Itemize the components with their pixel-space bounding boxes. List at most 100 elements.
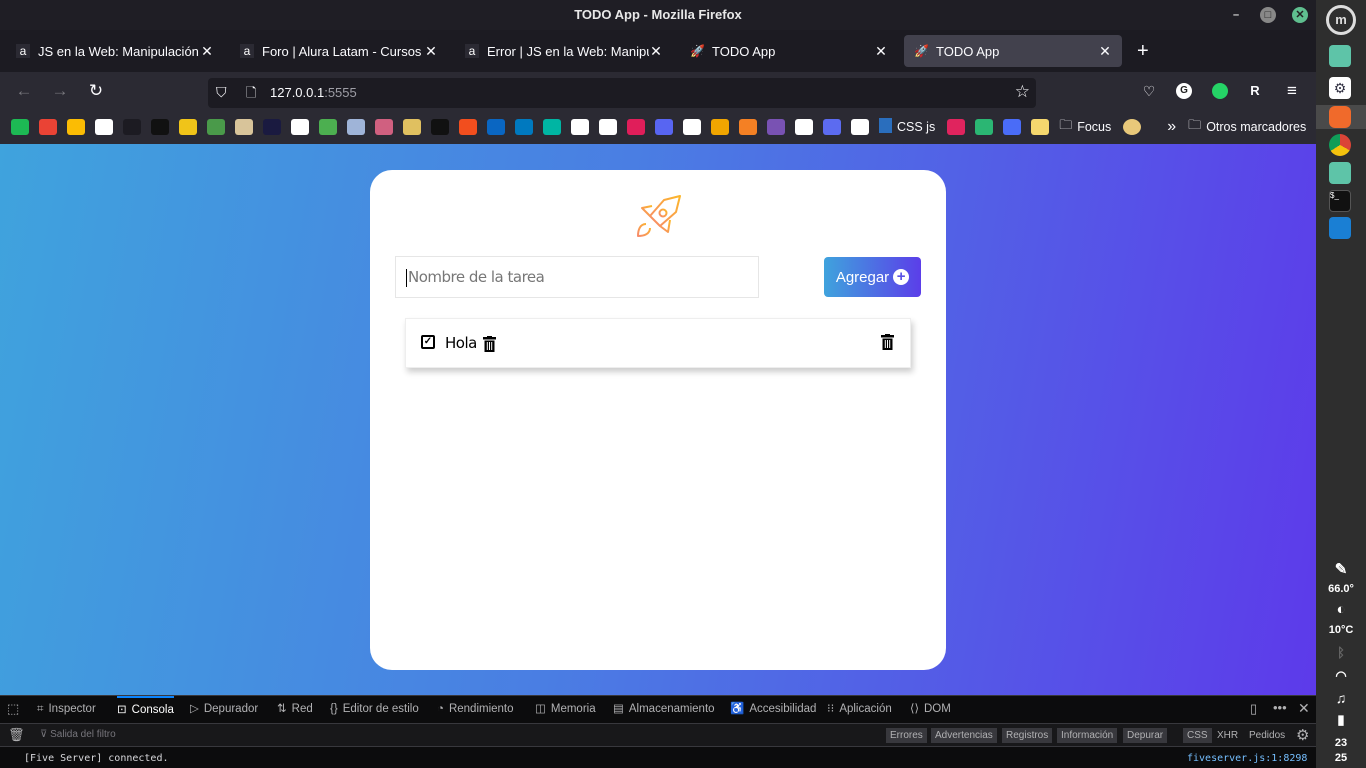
bookmark-figure-green-icon[interactable] (319, 119, 337, 135)
filter-level-1[interactable]: Advertencias (931, 728, 997, 743)
sound-icon[interactable]: ♫ (1316, 690, 1366, 706)
bookmark-picture-1-icon[interactable] (347, 119, 365, 135)
bookmark-codepen-icon[interactable] (683, 119, 701, 135)
bookmark-bootstrap-icon[interactable] (767, 119, 785, 135)
bluetooth-icon[interactable]: ᛒ (1316, 645, 1366, 660)
dock-icon[interactable]: ▯ (1250, 701, 1257, 717)
bookmark-trello-icon[interactable] (515, 119, 533, 135)
bookmark-google-dev-icon[interactable] (795, 119, 813, 135)
bookmark-diamond-icon[interactable] (543, 119, 561, 135)
bookmark-notion-icon[interactable] (95, 119, 113, 135)
devtools-tab-depurador[interactable]: ▷ Depurador (190, 696, 258, 722)
menu-icon[interactable]: ≡ (1281, 80, 1303, 102)
devtools-tab-almacenamiento[interactable]: ▤ Almacenamiento (613, 696, 715, 722)
devtools-tab-rendimiento[interactable]: ◔ Rendimiento (437, 696, 514, 722)
devtools-tab-dom[interactable]: ⟨⟩ DOM (910, 696, 951, 722)
url-text[interactable]: 127.0.0.1:5555 (270, 85, 357, 100)
tab-5[interactable]: 🚀 TODO App ✕ (904, 35, 1122, 67)
close-tab-icon[interactable]: ✕ (874, 43, 888, 60)
minimize-button[interactable]: – (1228, 7, 1244, 23)
bookmark-w3-icon[interactable] (207, 119, 225, 135)
tab-4[interactable]: 🚀 TODO App ✕ (680, 35, 898, 67)
close-window-button[interactable]: ✕ (1292, 7, 1308, 23)
filter-type-pedidos[interactable]: Pedidos (1245, 728, 1289, 743)
settings-icon[interactable]: ⚙ (1329, 77, 1351, 99)
new-tab-button[interactable]: + (1137, 40, 1149, 63)
devtools-tab-consola[interactable]: ⊡ Consola (117, 696, 174, 722)
bookmark-github-icon[interactable] (571, 119, 589, 135)
clock-minute[interactable]: 25 (1316, 752, 1366, 764)
chrome-icon[interactable] (1329, 134, 1351, 156)
bookmark-linkedin-icon[interactable] (487, 119, 505, 135)
close-tab-icon[interactable]: ✕ (649, 43, 663, 60)
filter-input[interactable]: ⊽ Salida del filtro (40, 729, 116, 740)
filter-type-css[interactable]: CSS (1183, 728, 1212, 743)
maximize-button[interactable]: □ (1260, 7, 1276, 23)
trash-icon[interactable] (881, 334, 894, 350)
console-source-link[interactable]: fiveserver.js:1:8298 (1187, 753, 1307, 764)
bookmark-slack-icon[interactable] (627, 119, 645, 135)
terminal-icon[interactable]: $_ (1329, 190, 1351, 212)
bookmark-css-js[interactable]: CSS js (879, 118, 935, 136)
add-task-button[interactable]: Agregar + (824, 257, 921, 297)
check-complete-icon[interactable]: ✓ (421, 335, 435, 349)
bookmarks-overflow-chevron-icon[interactable]: » (1167, 118, 1176, 136)
back-button[interactable]: ← (13, 80, 35, 102)
tab-1[interactable]: a JS en la Web: Manipulación del✕ (6, 35, 224, 67)
clock-hour[interactable]: 23 (1316, 737, 1366, 749)
bookmark-google-drive-icon[interactable] (67, 119, 85, 135)
bookmark-picture-2-icon[interactable] (403, 119, 421, 135)
bookmark-star-icon[interactable]: ☆ (1015, 82, 1030, 102)
tab-3[interactable]: a Error | JS en la Web: Manipulaci✕ (455, 35, 673, 67)
devtools-tab-editor-de-estilo[interactable]: {} Editor de estilo (330, 696, 419, 722)
bookmark-hackerrank-icon[interactable] (431, 119, 449, 135)
filter-type-xhr[interactable]: XHR (1213, 728, 1242, 743)
more-options-icon[interactable]: ••• (1273, 700, 1287, 715)
bookmark-gmail-icon[interactable] (39, 119, 57, 135)
devtools-tab-red[interactable]: ⇅ Red (277, 696, 313, 722)
bookmark-bars-icon[interactable] (1003, 119, 1022, 135)
grammarly-icon[interactable]: G (1176, 83, 1192, 99)
wifi-icon[interactable]: ◠ (1316, 668, 1366, 684)
forward-button[interactable]: → (49, 80, 71, 102)
bookmark-hero-icon[interactable] (235, 119, 253, 135)
trash-icon[interactable] (483, 336, 496, 352)
devtools-tab-memoria[interactable]: ◫ Memoria (535, 696, 596, 722)
devtools-tab-aplicación[interactable]: ⁝⁝ Aplicación (827, 696, 892, 722)
shield-icon[interactable]: ⛉ (216, 84, 227, 101)
bookmark-discord-icon[interactable] (655, 119, 673, 135)
task-name-input[interactable]: Nombre de la tarea (395, 256, 759, 298)
color-picker-icon[interactable]: ✎ (1316, 560, 1366, 578)
bookmark-spotify-icon[interactable] (11, 119, 29, 135)
bookmark-id-icon[interactable] (947, 119, 966, 135)
tab-2[interactable]: a Foro | Alura Latam - Cursos onli✕ (230, 35, 448, 67)
reload-button[interactable]: ↻ (85, 80, 107, 102)
bookmark-lambda-icon[interactable] (263, 119, 281, 135)
close-tab-icon[interactable]: ✕ (424, 43, 438, 60)
firefox-icon[interactable] (1329, 106, 1351, 128)
bookmark-y-bookmark-icon[interactable] (1031, 119, 1050, 135)
element-picker-icon[interactable]: ⬚ (7, 701, 19, 717)
show-desktop-icon[interactable] (1329, 45, 1351, 67)
bookmark-extra-icon[interactable] (1123, 119, 1142, 135)
pocket-icon[interactable]: ♡ (1138, 80, 1160, 102)
vscode-icon[interactable] (1329, 217, 1351, 239)
filter-level-0[interactable]: Errores (886, 728, 927, 743)
extension-r-icon[interactable]: R (1244, 80, 1266, 102)
whatsapp-icon[interactable] (1212, 83, 1228, 99)
url-bar[interactable]: ⛉ 🗋 127.0.0.1:5555 ☆ (208, 78, 1036, 108)
filter-level-3[interactable]: Información (1057, 728, 1118, 743)
filter-level-2[interactable]: Registros (1002, 728, 1053, 743)
bookmark-stackoverflow-2-icon[interactable] (739, 119, 757, 135)
close-tab-icon[interactable]: ✕ (200, 43, 214, 60)
devtools-tab-inspector[interactable]: ⌗ Inspector (37, 696, 96, 722)
bookmark-notion-2-icon[interactable] (599, 119, 617, 135)
filter-level-4[interactable]: Depurar (1123, 728, 1168, 743)
bookmark-figma-icon[interactable] (459, 119, 477, 135)
clear-console-icon[interactable]: 🗑 (8, 727, 25, 743)
files-icon[interactable] (1329, 162, 1351, 184)
settings-gear-icon[interactable]: ⚙ (1296, 726, 1309, 744)
close-tab-icon[interactable]: ✕ (1098, 43, 1112, 60)
bookmark-folder-focus[interactable]: 🗀 Focus (1059, 116, 1111, 138)
bookmark-figure-pink-icon[interactable] (375, 119, 393, 135)
